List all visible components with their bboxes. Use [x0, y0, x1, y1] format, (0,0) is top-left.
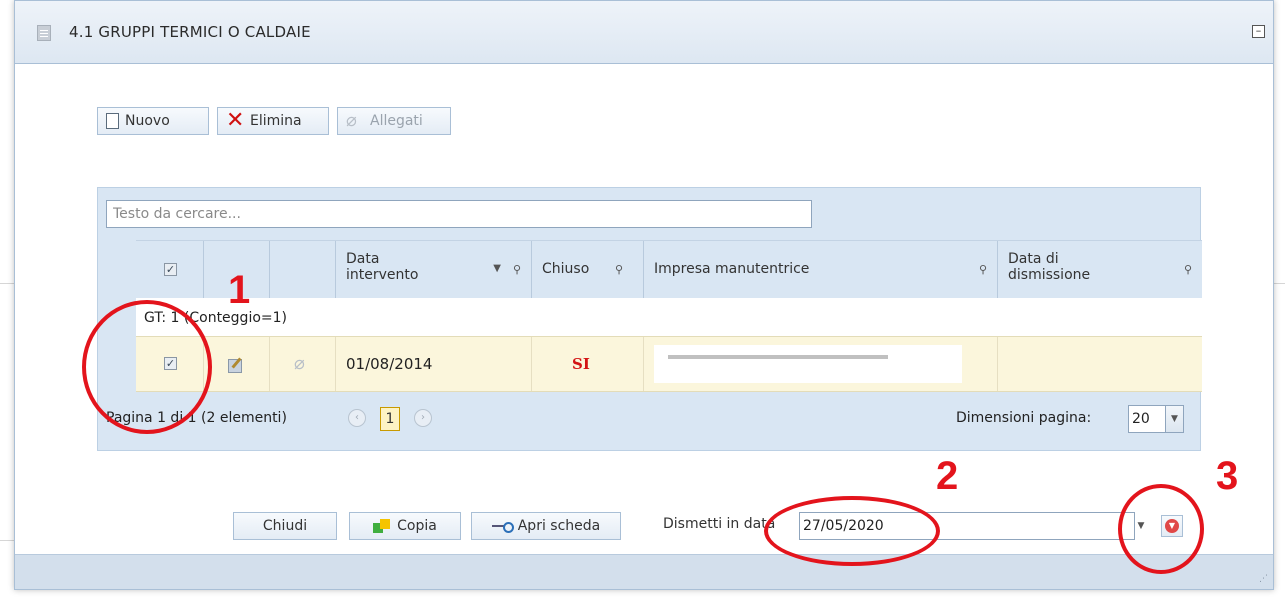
page-size-select[interactable]: 20 — [1128, 405, 1166, 433]
background-divider — [1274, 283, 1285, 284]
table-row[interactable]: ✓ ⌀ 01/08/2014 SI — [136, 336, 1202, 392]
copy-button[interactable]: Copia — [349, 512, 461, 540]
annotation-circle-3 — [1118, 484, 1204, 574]
dismiss-date-label: Dismetti in data — [663, 516, 776, 532]
dialog-window: 4.1 GRUPPI TERMICI O CALDAIE – Nuovo ✕ E… — [14, 0, 1274, 590]
background-divider — [0, 540, 14, 541]
header-attach-cell — [270, 241, 336, 299]
annotation-number-2: 2 — [936, 454, 959, 498]
new-document-icon — [106, 113, 119, 129]
collapse-icon[interactable]: – — [1252, 25, 1265, 38]
delete-button[interactable]: ✕ Elimina — [217, 107, 329, 135]
row-data-intervento: 01/08/2014 — [336, 337, 532, 391]
redacted-company-name — [654, 345, 962, 383]
row-edit-cell — [204, 337, 270, 391]
key-icon — [491, 521, 514, 533]
chevron-down-icon[interactable]: ▼ — [1166, 405, 1184, 433]
background-divider — [0, 283, 14, 284]
header-impresa[interactable]: Impresa manutentrice ⚲ — [644, 241, 998, 299]
data-intervento-value: 01/08/2014 — [346, 355, 433, 373]
new-button[interactable]: Nuovo — [97, 107, 209, 135]
document-icon — [37, 25, 51, 41]
annotation-number-1: 1 — [228, 268, 251, 312]
header-data-dismissione[interactable]: Data di dismissione ⚲ — [998, 241, 1202, 299]
dialog-titlebar: 4.1 GRUPPI TERMICI O CALDAIE – — [15, 1, 1273, 64]
chiuso-value: SI — [572, 355, 590, 373]
filter-pin-icon[interactable]: ⚲ — [979, 263, 987, 276]
header-data-dismissione-label: Data di dismissione — [1008, 251, 1091, 283]
close-button[interactable]: Chiudi — [233, 512, 337, 540]
redaction-mark — [668, 355, 888, 359]
annotation-number-3: 3 — [1216, 454, 1239, 498]
edit-pencil-icon[interactable] — [228, 359, 242, 373]
dialog-statusbar: ⋰ — [15, 554, 1273, 589]
delete-button-label: Elimina — [250, 113, 302, 129]
copy-button-label: Copia — [397, 518, 437, 534]
row-attach-cell: ⌀ — [270, 337, 336, 391]
header-chiuso[interactable]: Chiuso ⚲ — [532, 241, 644, 299]
row-impresa — [644, 337, 998, 391]
dialog-title: 4.1 GRUPPI TERMICI O CALDAIE — [69, 23, 311, 41]
sort-desc-icon[interactable]: ▼ — [493, 263, 501, 274]
next-page-icon[interactable]: › — [414, 409, 432, 427]
filter-pin-icon[interactable]: ⚲ — [1184, 263, 1192, 276]
resize-grip-icon[interactable]: ⋰ — [1259, 575, 1269, 585]
header-select-cell: ✓ — [136, 241, 204, 299]
grid-pager: Pagina 1 di 1 (2 elementi) ‹ 1 › Dimensi… — [98, 392, 1200, 450]
delete-x-icon: ✕ — [226, 108, 245, 133]
annotation-circle-2 — [764, 496, 940, 566]
header-impresa-label: Impresa manutentrice — [654, 261, 810, 277]
filter-pin-icon[interactable]: ⚲ — [615, 263, 623, 276]
open-record-button-label: Apri scheda — [517, 518, 601, 534]
new-button-label: Nuovo — [125, 113, 170, 129]
maintenance-grid: ✓ Data intervento ▼ ⚲ Chiuso ⚲ Impresa m… — [97, 187, 1202, 451]
attachments-button[interactable]: ⌀ Allegati — [337, 107, 451, 135]
group-row[interactable]: GT: 1 (Conteggio=1) — [136, 298, 1202, 336]
copy-icon — [373, 519, 391, 533]
row-chiuso: SI — [532, 337, 644, 391]
header-chiuso-label: Chiuso — [542, 261, 590, 277]
close-button-label: Chiudi — [262, 518, 308, 534]
filter-pin-icon[interactable]: ⚲ — [513, 263, 521, 276]
row-data-dismissione — [998, 337, 1202, 391]
grid-header: ✓ Data intervento ▼ ⚲ Chiuso ⚲ Impresa m… — [136, 240, 1202, 299]
header-data-intervento[interactable]: Data intervento ▼ ⚲ — [336, 241, 532, 299]
select-all-checkbox[interactable]: ✓ — [164, 263, 177, 276]
paperclip-icon[interactable]: ⌀ — [294, 353, 305, 374]
page-size-label: Dimensioni pagina: — [956, 410, 1092, 426]
header-data-intervento-label: Data intervento — [346, 251, 419, 283]
prev-page-icon[interactable]: ‹ — [348, 409, 366, 427]
annotation-circle-1 — [82, 300, 212, 434]
current-page-button[interactable]: 1 — [380, 407, 400, 431]
paperclip-icon: ⌀ — [346, 110, 357, 131]
attachments-button-label: Allegati — [370, 113, 423, 129]
search-input[interactable] — [106, 200, 812, 228]
open-record-button[interactable]: Apri scheda — [471, 512, 621, 540]
